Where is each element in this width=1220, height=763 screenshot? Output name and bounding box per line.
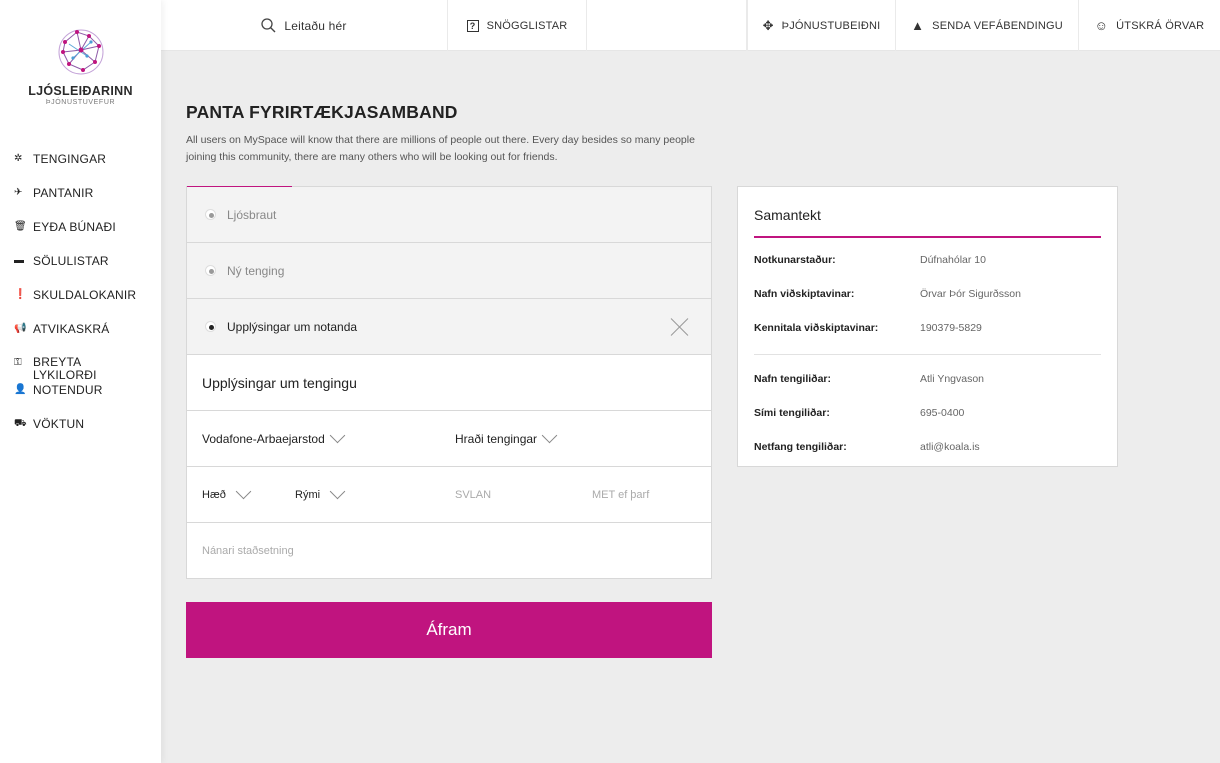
room-select[interactable]: Rými xyxy=(295,467,346,523)
summary-value: Atli Yngvason xyxy=(920,373,985,385)
search-placeholder: Leitaðu hér xyxy=(284,18,347,33)
trash-icon: 🗑 xyxy=(14,221,27,232)
floor-select[interactable]: Hæð xyxy=(202,467,252,523)
floor-value: Hæð xyxy=(202,489,226,501)
page-description: All users on MySpace will know that ther… xyxy=(186,134,695,163)
quicklists-label: SNÖGGLISTAR xyxy=(486,19,568,32)
summary-label: Notkunarstaður: xyxy=(754,254,836,266)
smiley-icon: ☺ xyxy=(1094,18,1109,33)
sidebar-item-label: NOTENDUR xyxy=(33,383,103,397)
chevron-down-icon xyxy=(235,483,252,500)
summary-value: 695-0400 xyxy=(920,407,965,419)
network-globe-icon xyxy=(58,29,103,75)
summary-divider-accent xyxy=(754,236,1101,238)
sidebar-item-eyda-bunadi[interactable]: 🗑 EYÐA BÚNAÐI xyxy=(0,218,161,252)
sidebar-item-tengingar[interactable]: ✲ TENGINGAR xyxy=(0,150,161,184)
summary-value: atli@koala.is xyxy=(920,441,980,453)
provider-speed-row: Vodafone-Arbaejarstod Hraði tengingar xyxy=(187,411,711,467)
brand-name: LJÓSLEIÐARINN xyxy=(28,84,133,98)
sidebar-item-notendur[interactable]: 👤 NOTENDUR xyxy=(0,381,161,415)
logout-label: ÚTSKRÁ ÖRVAR xyxy=(1116,19,1205,32)
sparkle-icon: ✲ xyxy=(14,153,23,164)
section-title: Upplýsingar um tengingu xyxy=(187,355,711,411)
topbar-spacer xyxy=(587,0,747,51)
sidebar-item-voktun[interactable]: ⛟ VÖKTUN xyxy=(0,415,161,449)
step-label: Ljósbraut xyxy=(227,207,277,222)
briefcase-icon: ▬ xyxy=(14,255,25,266)
summary-label: Kennitala viðskiptavinar: xyxy=(754,322,879,334)
step-label: Ný tenging xyxy=(227,263,285,278)
step-ljosbraut[interactable]: Ljósbraut xyxy=(187,187,711,243)
plane-icon: ✈ xyxy=(14,187,23,198)
summary-value: Dúfnahólar 10 xyxy=(920,254,986,266)
send-feedback-button[interactable]: ▲ SENDA VEFÁBENDINGU xyxy=(896,0,1079,51)
search-icon xyxy=(261,18,276,33)
send-feedback-label: SENDA VEFÁBENDINGU xyxy=(932,19,1063,32)
page-title: PANTA FYRIRTÆKJASAMBAND xyxy=(186,102,458,122)
alert-circle-icon: ❗ xyxy=(14,289,27,300)
user-icon: 👤 xyxy=(14,384,27,395)
sidebar-item-skuldalokanir[interactable]: ❗ SKULDALOKANIR xyxy=(0,286,161,320)
location-details-row: Hæð Rými SVLAN MET ef þarf xyxy=(187,467,711,523)
sidebar-item-pantanir[interactable]: ✈ PANTANIR xyxy=(0,184,161,218)
top-bar: Leitaðu hér ? SNÖGGLISTAR ✥ ÞJÓNUSTUBEIÐ… xyxy=(161,0,1220,51)
order-form: Ljósbraut Ný tenging Upplýsingar um nota… xyxy=(186,186,712,579)
summary-value: 190379-5829 xyxy=(920,322,982,334)
service-request-button[interactable]: ✥ ÞJÓNUSTUBEIÐNI xyxy=(747,0,896,51)
sidebar: LJÓSLEIÐARINN ÞJÓNUSTUVEFUR ✲ TENGINGAR … xyxy=(0,0,161,763)
question-box-icon: ? xyxy=(466,19,479,32)
sidebar-item-label: SÖLULISTAR xyxy=(33,254,109,268)
step-radio-icon xyxy=(205,321,216,332)
quicklists-button[interactable]: ? SNÖGGLISTAR xyxy=(448,0,587,51)
chevron-down-icon xyxy=(329,483,346,500)
provider-select[interactable]: Vodafone-Arbaejarstod xyxy=(202,411,346,467)
provider-value: Vodafone-Arbaejarstod xyxy=(202,432,325,446)
speed-select[interactable]: Hraði tengingar xyxy=(455,411,558,467)
sidebar-item-atvikaskra[interactable]: 📢 ATVIKASKRÁ xyxy=(0,320,161,354)
step-upplysingar-um-notanda[interactable]: Upplýsingar um notanda xyxy=(187,299,711,355)
sidebar-item-label: TENGINGAR xyxy=(33,152,107,166)
service-request-label: ÞJÓNUSTUBEIÐNI xyxy=(781,19,881,32)
summary-card: Samantekt Notkunarstaður: Dúfnahólar 10 … xyxy=(737,186,1118,467)
megaphone-icon: 📢 xyxy=(14,323,27,334)
step-radio-icon xyxy=(205,265,216,276)
chevron-down-icon xyxy=(541,427,558,444)
detailed-location-row: Nánari staðsetning xyxy=(187,523,711,579)
warning-icon: ▲ xyxy=(911,18,925,33)
binoculars-icon: ⛟ xyxy=(14,418,27,429)
sidebar-item-label: PANTANIR xyxy=(33,186,94,200)
speed-value: Hraði tengingar xyxy=(455,432,538,446)
summary-label: Nafn viðskiptavinar: xyxy=(754,288,855,300)
summary-label: Sími tengiliðar: xyxy=(754,407,830,419)
brand-logo[interactable]: LJÓSLEIÐARINN ÞJÓNUSTUVEFUR xyxy=(0,24,161,106)
key-icon: ⚿ xyxy=(14,357,22,368)
met-input[interactable]: MET ef þarf xyxy=(592,467,649,523)
crosshair-icon: ✥ xyxy=(762,17,774,33)
svlan-input[interactable]: SVLAN xyxy=(455,467,491,523)
sidebar-item-label: VÖKTUN xyxy=(33,417,85,431)
sidebar-item-label: EYÐA BÚNAÐI xyxy=(33,220,116,234)
room-value: Rými xyxy=(295,489,321,501)
sidebar-item-label: SKULDALOKANIR xyxy=(33,288,137,302)
brand-subtitle: ÞJÓNUSTUVEFUR xyxy=(45,99,116,106)
summary-divider xyxy=(754,354,1101,355)
sidebar-item-solulistar[interactable]: ▬ SÖLULISTAR xyxy=(0,252,161,286)
step-ny-tenging[interactable]: Ný tenging xyxy=(187,243,711,299)
sidebar-nav: ✲ TENGINGAR ✈ PANTANIR 🗑 EYÐA BÚNAÐI ▬ S… xyxy=(0,150,161,449)
summary-title: Samantekt xyxy=(754,207,821,223)
logout-button[interactable]: ☺ ÚTSKRÁ ÖRVAR xyxy=(1079,0,1220,51)
detailed-location-input[interactable]: Nánari staðsetning xyxy=(202,523,294,579)
step-label: Upplýsingar um notanda xyxy=(227,319,358,334)
summary-label: Netfang tengiliðar: xyxy=(754,441,847,453)
summary-label: Nafn tengiliðar: xyxy=(754,373,832,385)
step-radio-icon xyxy=(205,209,216,220)
chevron-down-icon xyxy=(329,427,346,444)
sidebar-item-label: BREYTA LYKILORÐI xyxy=(33,355,97,382)
sidebar-item-label: ATVIKASKRÁ xyxy=(33,322,110,336)
search-input[interactable]: Leitaðu hér xyxy=(161,0,448,51)
summary-value: Örvar Þór Sigurðsson xyxy=(920,288,1021,300)
close-icon[interactable] xyxy=(671,318,689,336)
continue-button[interactable]: Áfram xyxy=(186,602,712,658)
